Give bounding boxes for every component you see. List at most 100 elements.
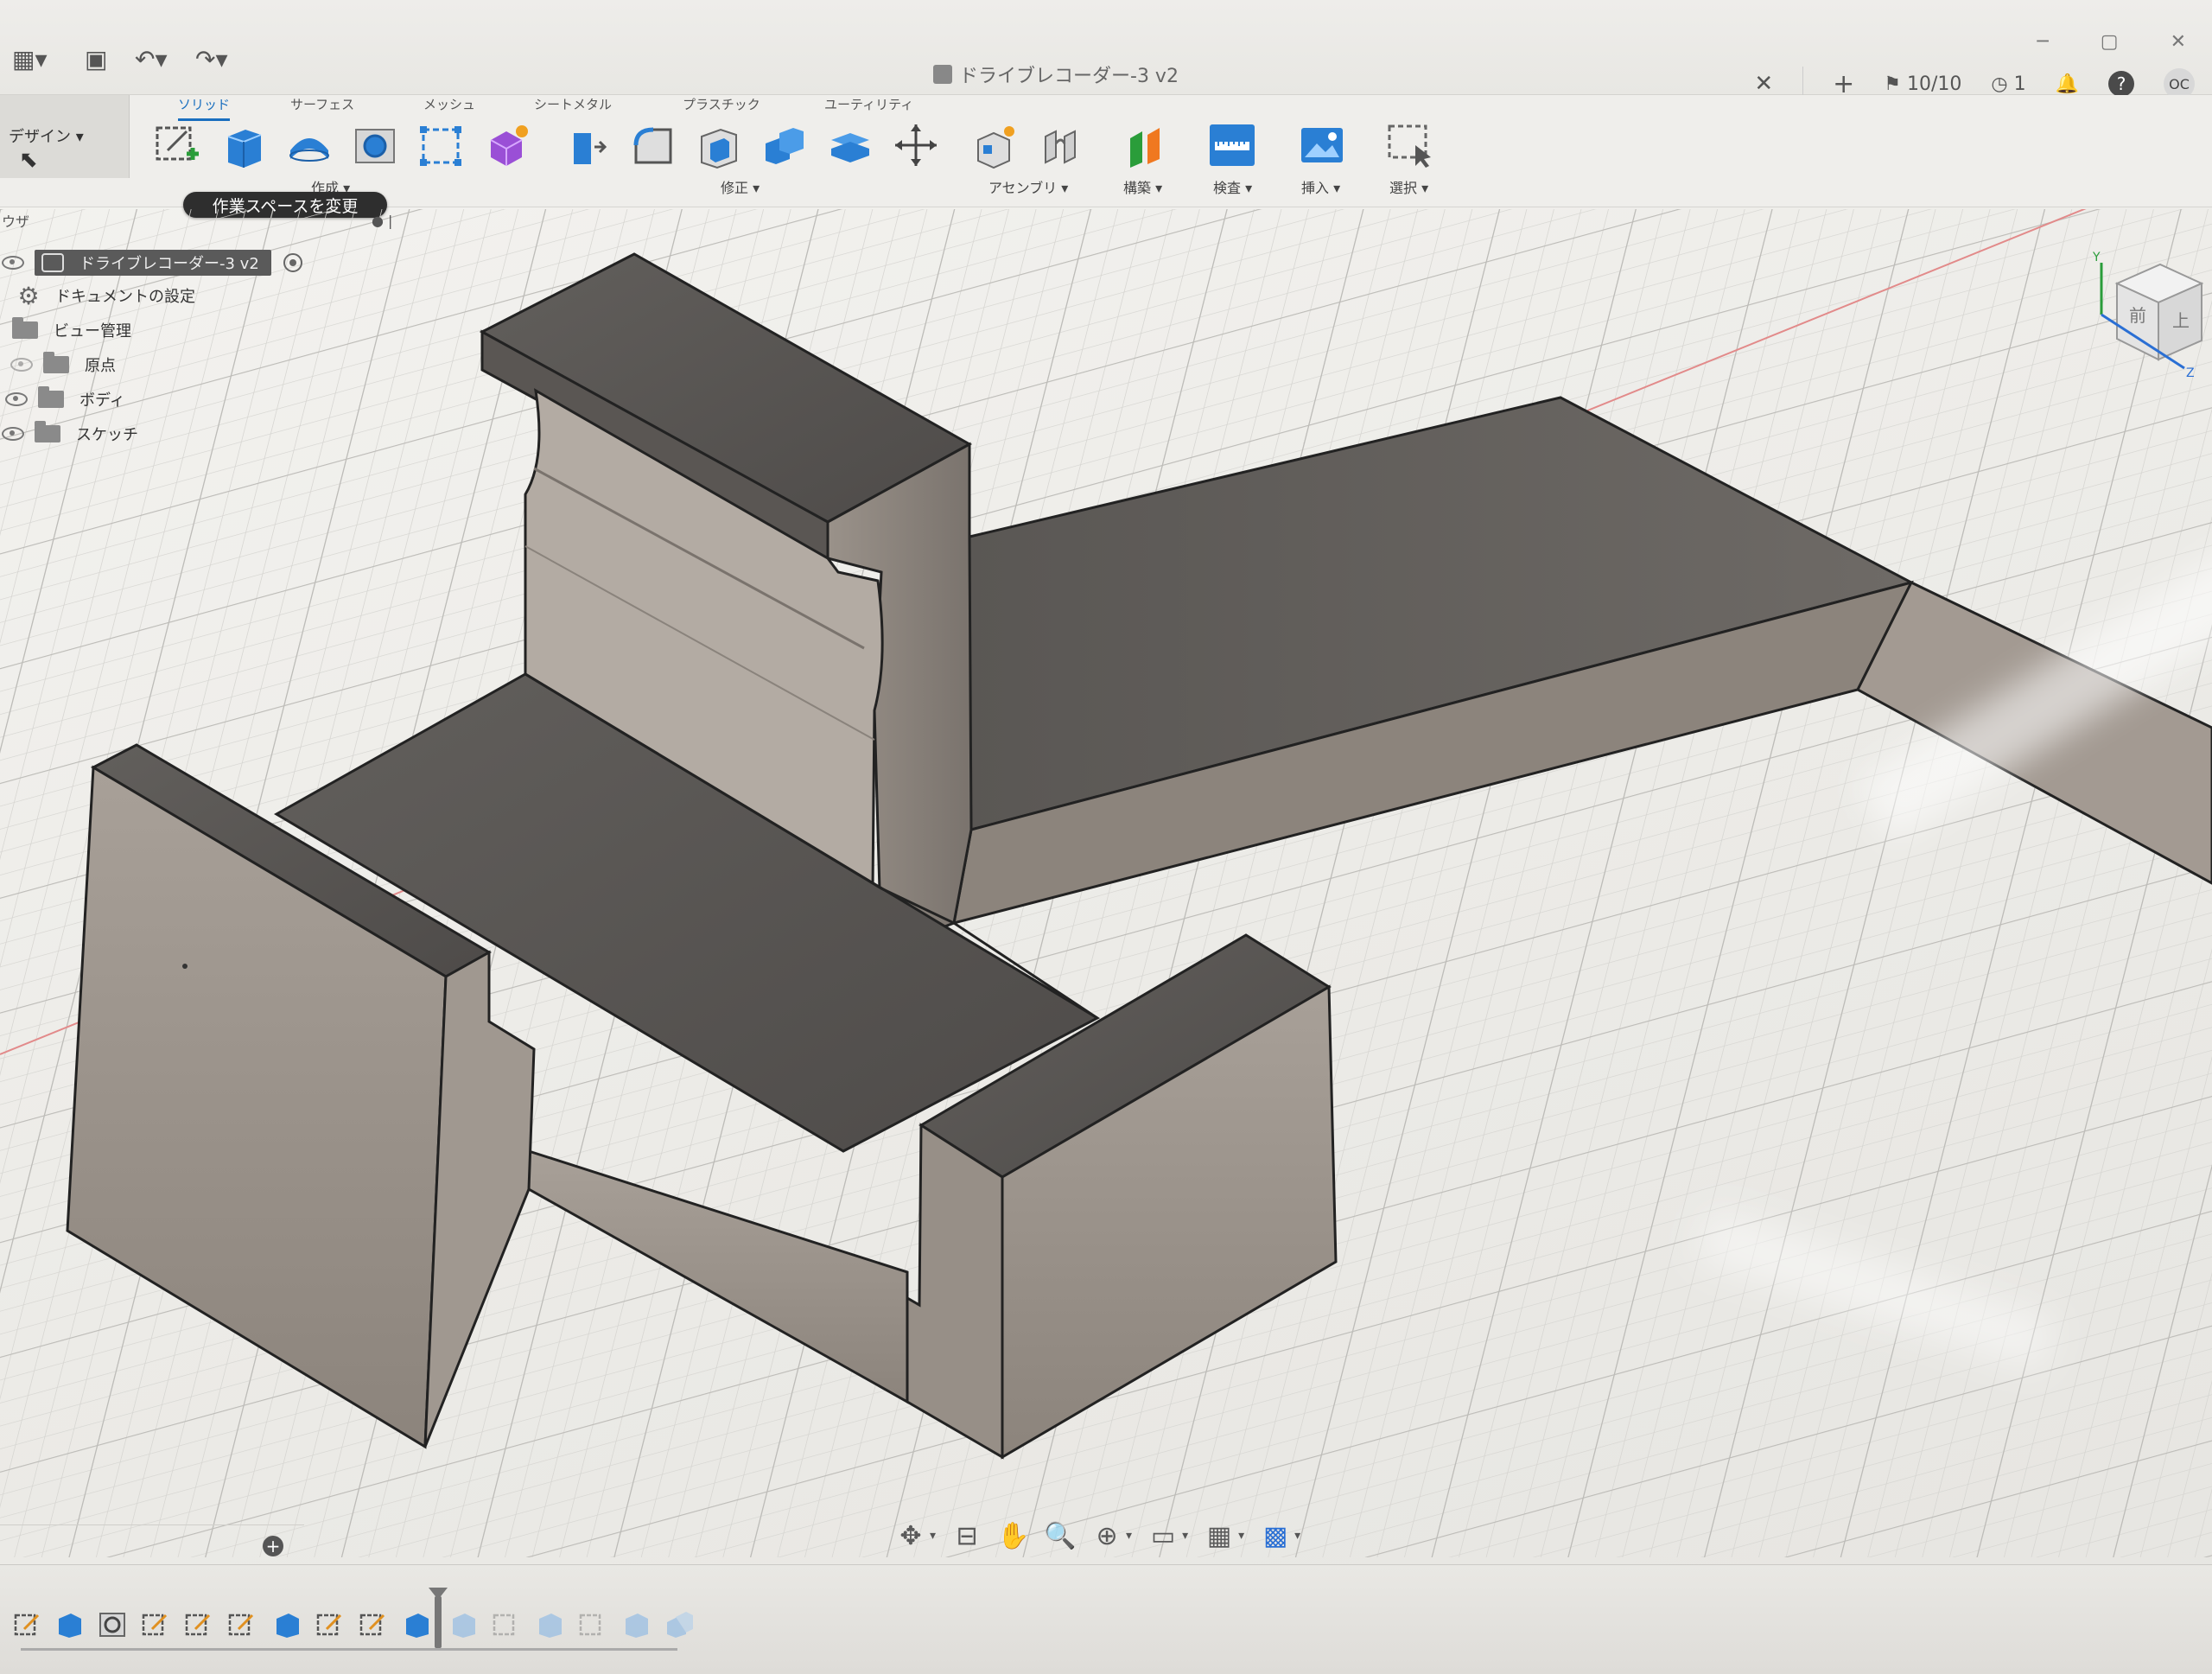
group-assemble-label[interactable]: アセンブリ ▾ — [988, 176, 1068, 197]
file-menu-icon[interactable]: ▦▾ — [12, 45, 48, 76]
tab-sheet-metal[interactable]: シートメタル — [534, 95, 612, 113]
fit-icon[interactable]: ⊕ — [1091, 1520, 1122, 1551]
chevron-down-icon[interactable]: ▾ — [1294, 1529, 1300, 1543]
group-inspect-text: 検査 — [1213, 180, 1242, 196]
z-axis-label: Z — [2186, 366, 2195, 379]
timeline-sketch-icon[interactable] — [358, 1610, 389, 1639]
extensions[interactable]: ◷ 1 — [1991, 73, 2025, 95]
workspace-switcher[interactable]: デザイン ▾ ⬉ — [0, 95, 130, 178]
extrude-icon[interactable] — [219, 121, 268, 169]
browser-item-sketches[interactable]: スケッチ — [2, 418, 138, 449]
add-comment-icon[interactable]: + — [263, 1536, 283, 1556]
activate-radio-icon[interactable] — [283, 253, 302, 272]
close-tab-icon[interactable]: ✕ — [1754, 71, 1773, 97]
group-insert-label[interactable]: 挿入 ▾ — [1301, 176, 1340, 197]
timeline-combine-icon[interactable] — [664, 1610, 695, 1639]
timeline-sketch-icon[interactable] — [140, 1610, 171, 1639]
save-icon[interactable]: ▣ — [85, 45, 107, 76]
create-sketch-icon[interactable] — [152, 121, 200, 169]
timeline-sketch-icon[interactable] — [577, 1610, 608, 1639]
timeline-extrude-icon[interactable] — [54, 1610, 85, 1639]
timeline-extrude-icon[interactable] — [448, 1610, 479, 1639]
browser-item-document-settings[interactable]: ⚙ ドキュメントの設定 — [16, 280, 195, 311]
group-modify-text: 修正 — [721, 180, 749, 196]
timeline-sketch-icon[interactable] — [315, 1610, 346, 1639]
joint-icon[interactable] — [1037, 121, 1085, 169]
group-modify-label[interactable]: 修正 ▾ — [721, 176, 760, 197]
hole-icon[interactable] — [351, 121, 399, 169]
visibility-eye-icon[interactable] — [2, 427, 24, 441]
timeline-sketch-icon[interactable] — [183, 1610, 214, 1639]
look-at-icon[interactable]: ⊟ — [951, 1520, 982, 1551]
shell-icon[interactable] — [695, 121, 743, 169]
folder-icon — [12, 317, 38, 339]
tab-plastic[interactable]: プラスチック — [683, 95, 760, 113]
undo-icon[interactable]: ↶▾ — [135, 45, 168, 76]
display-settings-icon[interactable]: ▭ — [1147, 1520, 1179, 1551]
timeline-extrude-icon[interactable] — [401, 1610, 432, 1639]
insert-image-icon[interactable] — [1298, 121, 1346, 169]
press-pull-icon[interactable] — [563, 121, 612, 169]
timeline-hole-icon[interactable] — [97, 1610, 128, 1639]
view-cube[interactable]: 前 上 Y Z — [2089, 249, 2210, 379]
timeline-sketch-icon[interactable] — [226, 1610, 257, 1639]
group-select-label[interactable]: 選択 ▾ — [1389, 176, 1428, 197]
timeline-sketch-icon[interactable] — [12, 1610, 43, 1639]
root-component[interactable]: ドライブレコーダー-3 v2 — [35, 250, 271, 276]
form-icon[interactable] — [482, 121, 531, 169]
browser-item-label: 原点 — [85, 357, 116, 375]
browser-item-named-views[interactable]: ビュー管理 — [12, 315, 131, 346]
tab-utility[interactable]: ユーティリティ — [824, 95, 913, 113]
timeline-extrude-icon[interactable] — [620, 1610, 652, 1639]
combine-icon[interactable] — [760, 121, 809, 169]
orbit-icon[interactable]: ✥ — [895, 1520, 926, 1551]
browser-pin-icon[interactable]: ● | — [372, 213, 392, 229]
timeline-extrude-icon[interactable] — [271, 1610, 302, 1639]
select-icon[interactable] — [1386, 121, 1434, 169]
fillet-icon[interactable] — [629, 121, 677, 169]
timeline-track — [21, 1648, 677, 1651]
browser-item-origin[interactable]: 原点 — [10, 349, 116, 380]
pattern-icon[interactable] — [416, 121, 465, 169]
measure-icon[interactable] — [1208, 121, 1256, 169]
redo-icon[interactable]: ↷▾ — [195, 45, 228, 76]
visibility-eye-icon[interactable] — [2, 256, 24, 270]
browser-item-bodies[interactable]: ボディ — [5, 384, 125, 415]
new-component-icon[interactable] — [971, 121, 1020, 169]
visibility-eye-icon[interactable] — [5, 392, 28, 406]
chevron-down-icon[interactable]: ▾ — [930, 1529, 936, 1543]
grid-icon[interactable]: ▦ — [1204, 1520, 1235, 1551]
timeline-extrude-icon[interactable] — [534, 1610, 565, 1639]
view-cube-top-face[interactable]: 上 — [2172, 310, 2190, 331]
pan-icon[interactable]: ✋ — [997, 1520, 1029, 1551]
browser-item-label: ドキュメントの設定 — [55, 288, 195, 306]
offset-face-icon[interactable] — [826, 121, 874, 169]
zoom-icon[interactable]: 🔍 — [1044, 1520, 1076, 1551]
group-construct-label[interactable]: 構築 ▾ — [1123, 176, 1162, 197]
tab-solid[interactable]: ソリッド — [178, 95, 231, 121]
timeline-sketch-icon[interactable] — [491, 1610, 522, 1639]
move-copy-icon[interactable] — [892, 121, 940, 169]
minimize-icon[interactable]: ─ — [2037, 31, 2049, 53]
tab-mesh[interactable]: メッシュ — [423, 95, 475, 113]
close-window-icon[interactable]: ✕ — [2171, 31, 2186, 53]
notifications-icon[interactable]: 🔔 — [2056, 73, 2079, 95]
offset-plane-icon[interactable] — [1122, 121, 1170, 169]
chevron-down-icon[interactable]: ▾ — [1182, 1529, 1188, 1543]
chevron-down-icon[interactable]: ▾ — [1238, 1529, 1244, 1543]
maximize-icon[interactable]: ▢ — [2101, 31, 2119, 53]
timeline-marker[interactable] — [429, 1588, 448, 1648]
visibility-eye-icon[interactable] — [10, 358, 33, 372]
browser-header-label: ウザ — [2, 213, 30, 230]
group-inspect-label[interactable]: 検査 ▾ — [1213, 176, 1252, 197]
group-assemble-text: アセンブリ — [988, 180, 1058, 196]
tab-surface[interactable]: サーフェス — [290, 95, 354, 113]
view-cube-front-face[interactable]: 前 — [2129, 305, 2146, 326]
viewports-icon[interactable]: ▩ — [1260, 1520, 1291, 1551]
chevron-down-icon[interactable]: ▾ — [1126, 1529, 1132, 1543]
folder-icon — [38, 386, 64, 408]
browser-root-row[interactable]: ドライブレコーダー-3 v2 — [2, 247, 302, 278]
help-icon[interactable]: ? — [2108, 71, 2134, 97]
revolve-icon[interactable] — [285, 121, 334, 169]
job-status[interactable]: ⚑ 10/10 — [1884, 73, 1961, 95]
